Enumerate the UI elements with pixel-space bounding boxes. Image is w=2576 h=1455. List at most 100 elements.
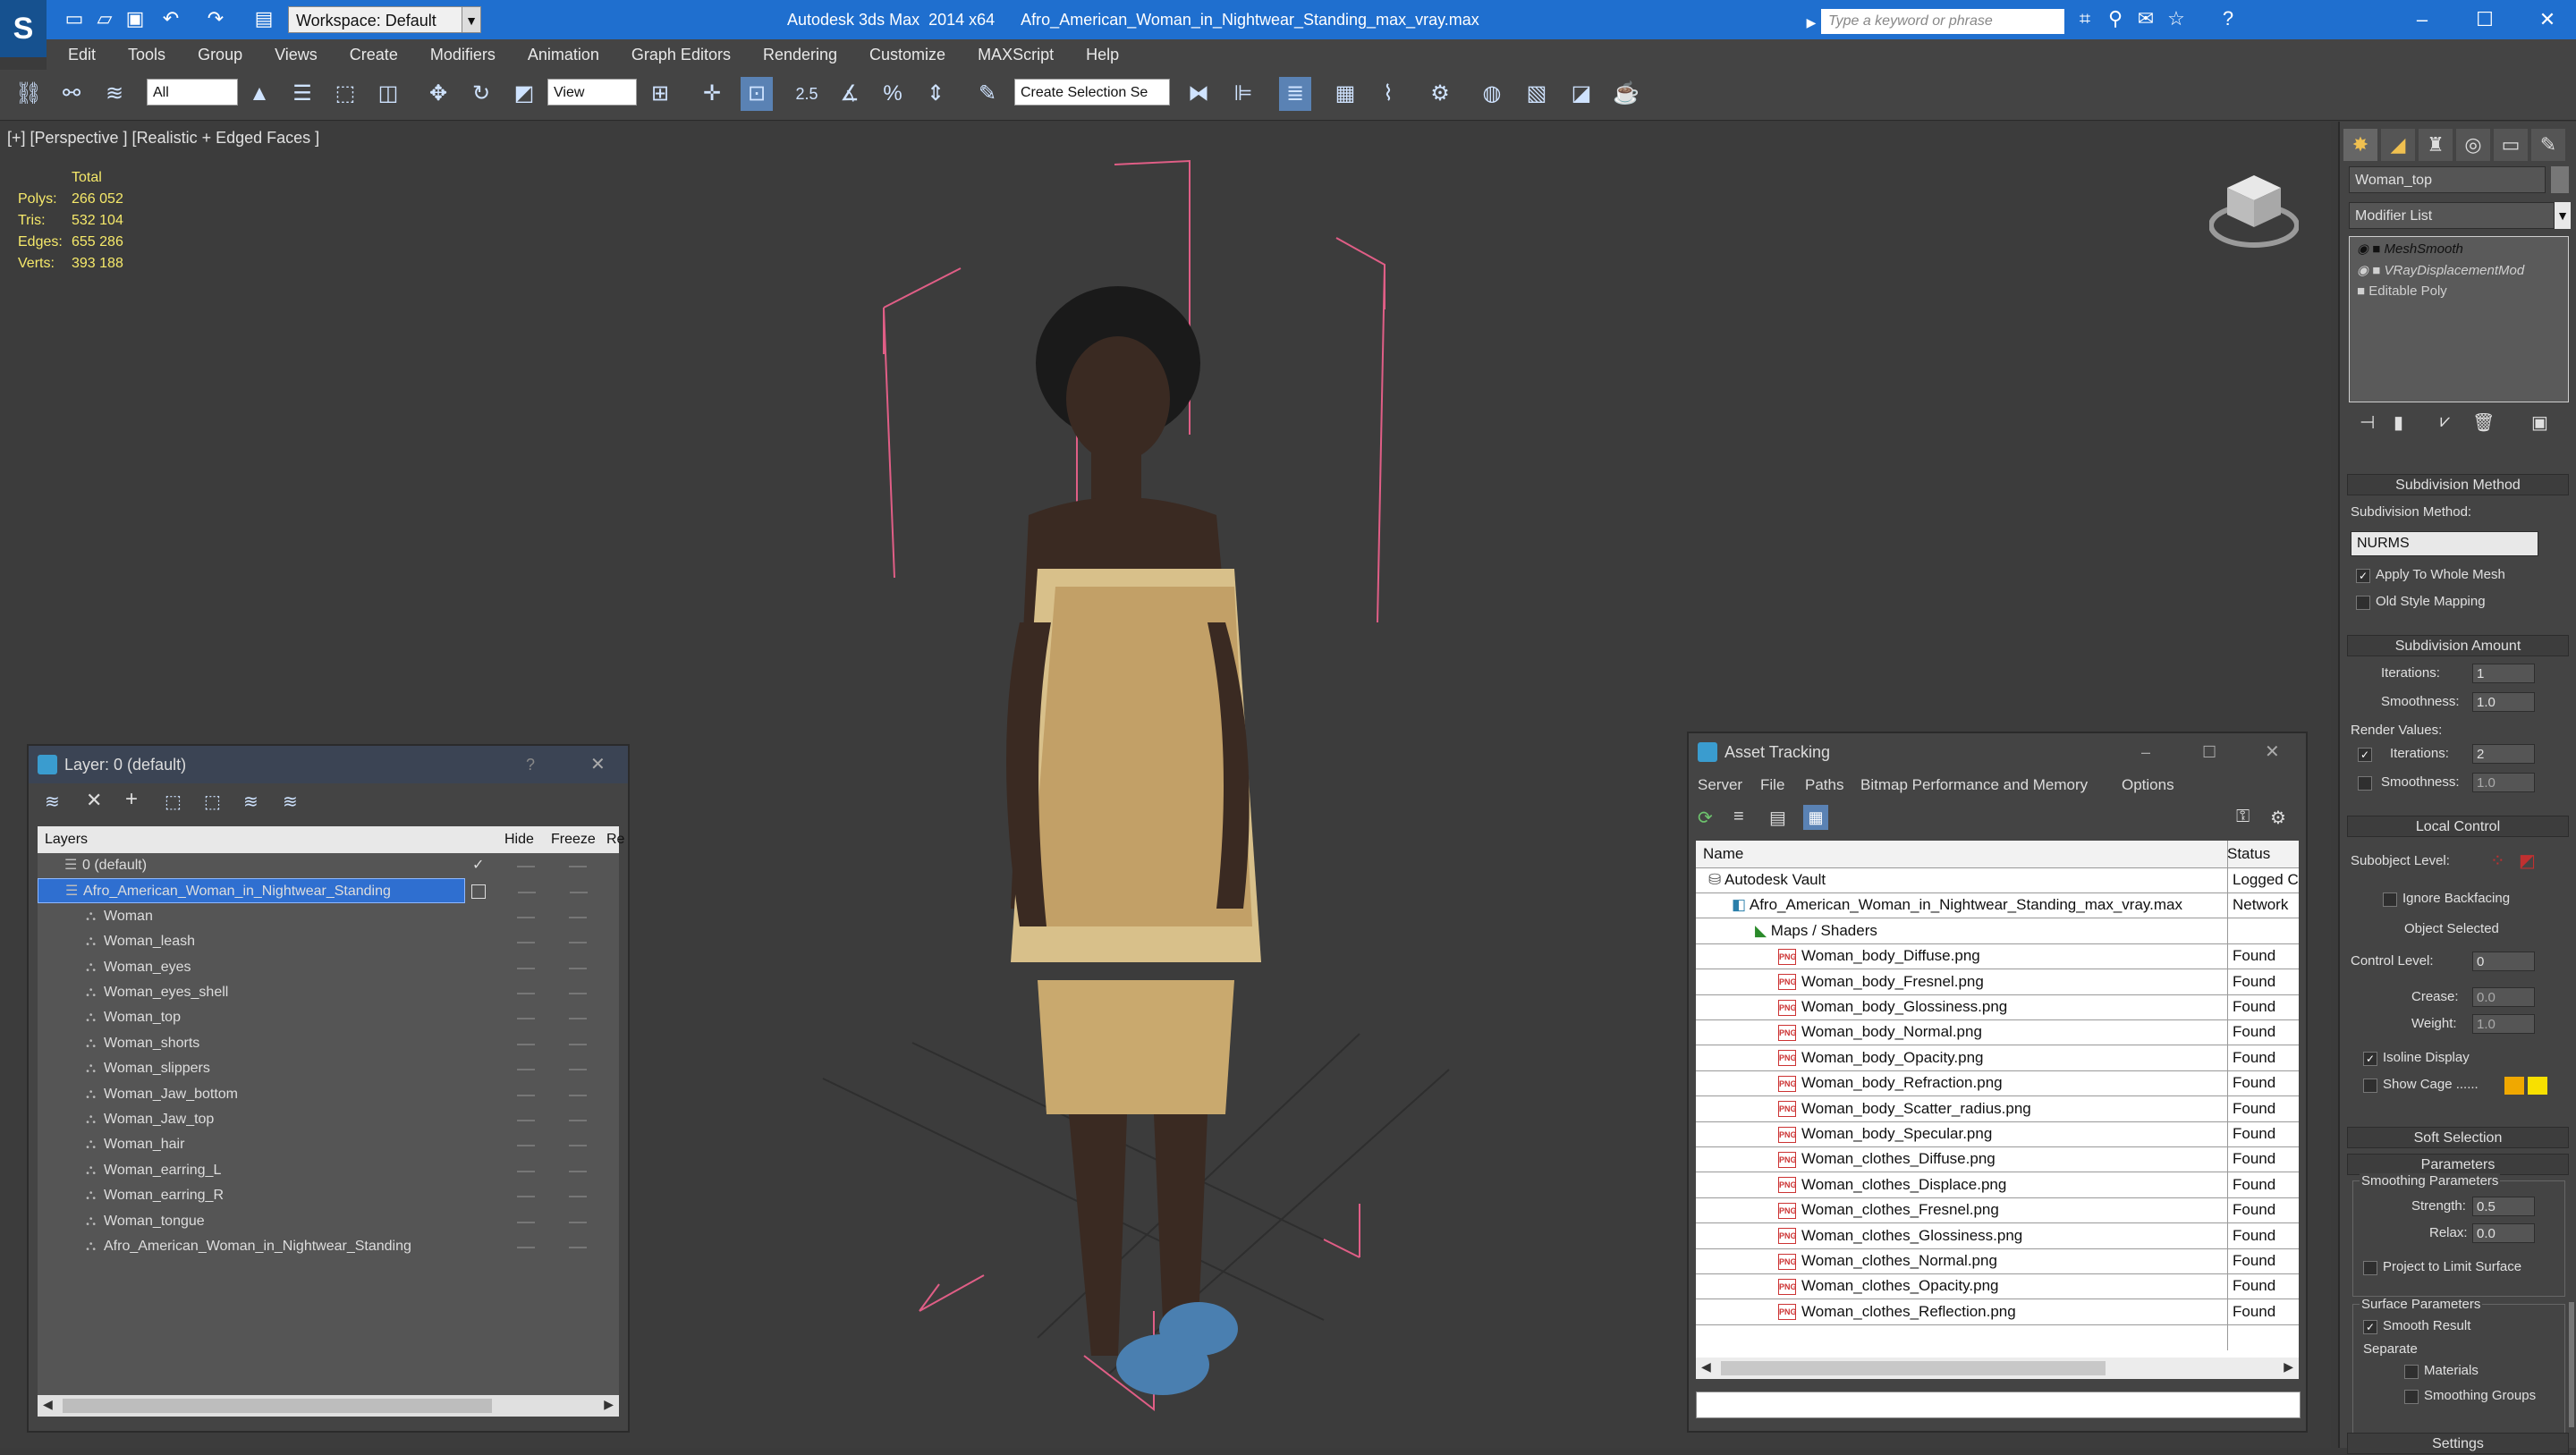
align-icon[interactable]: ⊫: [1227, 77, 1259, 111]
asset-row[interactable]: PNG Woman_body_Fresnel.png Found: [1696, 969, 2299, 995]
render-iterations-checkbox[interactable]: ✓: [2358, 748, 2372, 762]
named-selection-set-dropdown[interactable]: Create Selection Se: [1014, 79, 1170, 106]
layer-horizontal-scrollbar[interactable]: ◀ ▶: [38, 1395, 619, 1417]
utilities-tab-icon[interactable]: ✎: [2531, 129, 2565, 161]
create-tab-icon[interactable]: ✸: [2343, 129, 2377, 161]
edit-named-selection-icon[interactable]: ✎: [971, 77, 1004, 111]
hide-toggle[interactable]: [517, 866, 535, 867]
unlink-icon[interactable]: ⚯: [55, 77, 88, 111]
schematic-view-icon[interactable]: ⚙: [1424, 77, 1456, 111]
create-layer-icon[interactable]: ≋: [45, 791, 60, 813]
hide-toggle[interactable]: [517, 1196, 535, 1198]
maximize-window-icon[interactable]: ☐: [2456, 0, 2513, 39]
apply-whole-mesh-checkbox[interactable]: ✓: [2356, 569, 2370, 583]
curve-editor-icon[interactable]: ⌇: [1372, 77, 1404, 111]
layer-row[interactable]: ⛬ Woman_tongue: [38, 1209, 619, 1234]
smooth-result-checkbox[interactable]: ✓: [2363, 1320, 2377, 1334]
rollout-local-control[interactable]: Local Control: [2347, 816, 2569, 837]
hide-toggle[interactable]: [517, 1018, 535, 1020]
project-folder-icon[interactable]: ▤: [252, 7, 275, 30]
close-window-icon[interactable]: ✕: [2519, 0, 2576, 39]
freeze-toggle[interactable]: [569, 1221, 587, 1223]
pin-stack-icon[interactable]: ⊣: [2360, 411, 2375, 434]
save-file-icon[interactable]: ▣: [123, 7, 147, 30]
refresh-icon[interactable]: ⟳: [1698, 807, 1713, 829]
stack-item-vray-displacement[interactable]: ◉ ■ VRayDisplacementMod: [2357, 262, 2524, 278]
materials-checkbox[interactable]: [2404, 1365, 2419, 1379]
asset-row[interactable]: ◧ Afro_American_Woman_in_Nightwear_Stand…: [1696, 892, 2299, 919]
layer-window-titlebar[interactable]: Layer: 0 (default) ? ✕: [29, 746, 628, 783]
layer-row[interactable]: ⛬ Afro_American_Woman_in_Nightwear_Standi…: [38, 1234, 619, 1259]
vault-help-icon[interactable]: ⚿: [2236, 807, 2250, 827]
asset-row[interactable]: PNG Woman_clothes_Normal.png Found: [1696, 1248, 2299, 1274]
open-file-icon[interactable]: ▱: [93, 7, 116, 30]
keyboard-shortcut-override-icon[interactable]: ⊡: [741, 77, 773, 111]
subdivision-method-dropdown[interactable]: NURMS: [2351, 531, 2538, 556]
new-file-icon[interactable]: ▭: [63, 7, 86, 30]
rendered-frame-window-icon[interactable]: ◪: [1565, 77, 1597, 111]
asset-row[interactable]: PNG Woman_body_Glossiness.png Found: [1696, 994, 2299, 1020]
binoculars-icon[interactable]: ⌗: [2073, 7, 2097, 30]
scroll-left-icon[interactable]: ◀: [43, 1397, 53, 1412]
menu-edit[interactable]: Edit: [68, 46, 96, 64]
freeze-toggle[interactable]: [569, 1120, 587, 1121]
stack-item-editable-poly[interactable]: ■ Editable Poly: [2357, 283, 2447, 299]
select-object-icon[interactable]: ▲: [243, 77, 275, 111]
chevron-down-icon[interactable]: ▼: [462, 6, 481, 33]
layer-row[interactable]: ⛬ Woman_slippers: [38, 1056, 619, 1081]
asset-row[interactable]: PNG Woman_body_Diffuse.png Found: [1696, 943, 2299, 970]
subscription-icon[interactable]: ⚲: [2104, 7, 2127, 30]
render-smoothness-checkbox[interactable]: [2358, 776, 2372, 791]
spinner-snap-icon[interactable]: ⇕: [919, 77, 952, 111]
object-color-swatch[interactable]: [2551, 166, 2569, 193]
layer-row[interactable]: ☰ Afro_American_Woman_in_Nightwear_Standi…: [38, 878, 588, 904]
column-freeze[interactable]: Freeze: [551, 826, 596, 853]
rollout-subdivision-method[interactable]: Subdivision Method: [2347, 474, 2569, 495]
asset-row[interactable]: PNG Woman_clothes_Displace.png Found: [1696, 1172, 2299, 1198]
relax-spinner[interactable]: 0.0: [2472, 1223, 2535, 1243]
chevron-down-icon[interactable]: ▼: [2555, 202, 2571, 229]
menu-tools[interactable]: Tools: [128, 46, 165, 64]
asset-row[interactable]: PNG Woman_body_Refraction.png Found: [1696, 1070, 2299, 1097]
highlight-layer-icon[interactable]: ⬚: [204, 791, 221, 813]
display-tab-icon[interactable]: ▭: [2494, 129, 2528, 161]
layer-row[interactable]: ⛬ Woman_earring_R: [38, 1183, 619, 1208]
freeze-toggle[interactable]: [570, 892, 588, 894]
render-smoothness-spinner[interactable]: 1.0: [2472, 773, 2535, 792]
app-logo-icon[interactable]: S: [0, 0, 47, 57]
asset-menu-options[interactable]: Options: [2122, 771, 2174, 799]
reference-coordinate-dropdown[interactable]: View: [547, 79, 637, 106]
freeze-all-layers-icon[interactable]: ≋: [283, 791, 298, 813]
column-hide[interactable]: Hide: [504, 826, 534, 853]
help-icon[interactable]: ?: [2216, 7, 2240, 30]
menu-create[interactable]: Create: [350, 46, 398, 64]
add-to-layer-icon[interactable]: +: [125, 787, 138, 812]
selection-region-icon[interactable]: ⬚: [329, 77, 361, 111]
control-level-spinner[interactable]: 0: [2472, 952, 2535, 971]
hide-toggle[interactable]: [517, 1043, 535, 1045]
freeze-toggle[interactable]: [569, 993, 587, 994]
layer-row[interactable]: ☰ 0 (default) ✓: [38, 853, 619, 878]
column-name[interactable]: Name: [1703, 841, 1743, 867]
show-end-result-icon[interactable]: ▮: [2394, 411, 2403, 434]
edge-level-icon[interactable]: ◩: [2519, 850, 2536, 872]
asset-menu-paths[interactable]: Paths: [1805, 771, 1843, 799]
hide-toggle[interactable]: [517, 942, 535, 944]
workspace-dropdown[interactable]: Workspace: Default: [288, 6, 467, 33]
rotate-icon[interactable]: ↻: [465, 77, 497, 111]
communication-icon[interactable]: ✉: [2134, 7, 2157, 30]
set-current-layer-box[interactable]: [471, 884, 486, 900]
layer-row[interactable]: ⛬ Woman_Jaw_bottom: [38, 1082, 619, 1107]
weight-spinner[interactable]: 1.0: [2472, 1014, 2535, 1034]
menu-customize[interactable]: Customize: [869, 46, 945, 64]
asset-row[interactable]: ◣ Maps / Shaders: [1696, 918, 2299, 944]
hide-toggle[interactable]: [517, 1170, 535, 1172]
material-editor-icon[interactable]: ◍: [1476, 77, 1508, 111]
freeze-toggle[interactable]: [569, 942, 587, 944]
asset-horizontal-scrollbar[interactable]: ◀ ▶: [1696, 1358, 2299, 1379]
smoothing-groups-checkbox[interactable]: [2404, 1390, 2419, 1404]
minimize-window-icon[interactable]: –: [2394, 0, 2451, 39]
hide-toggle[interactable]: [517, 1094, 535, 1096]
remove-modifier-icon[interactable]: 🗑: [2472, 411, 2495, 434]
scale-icon[interactable]: ◩: [508, 77, 540, 111]
